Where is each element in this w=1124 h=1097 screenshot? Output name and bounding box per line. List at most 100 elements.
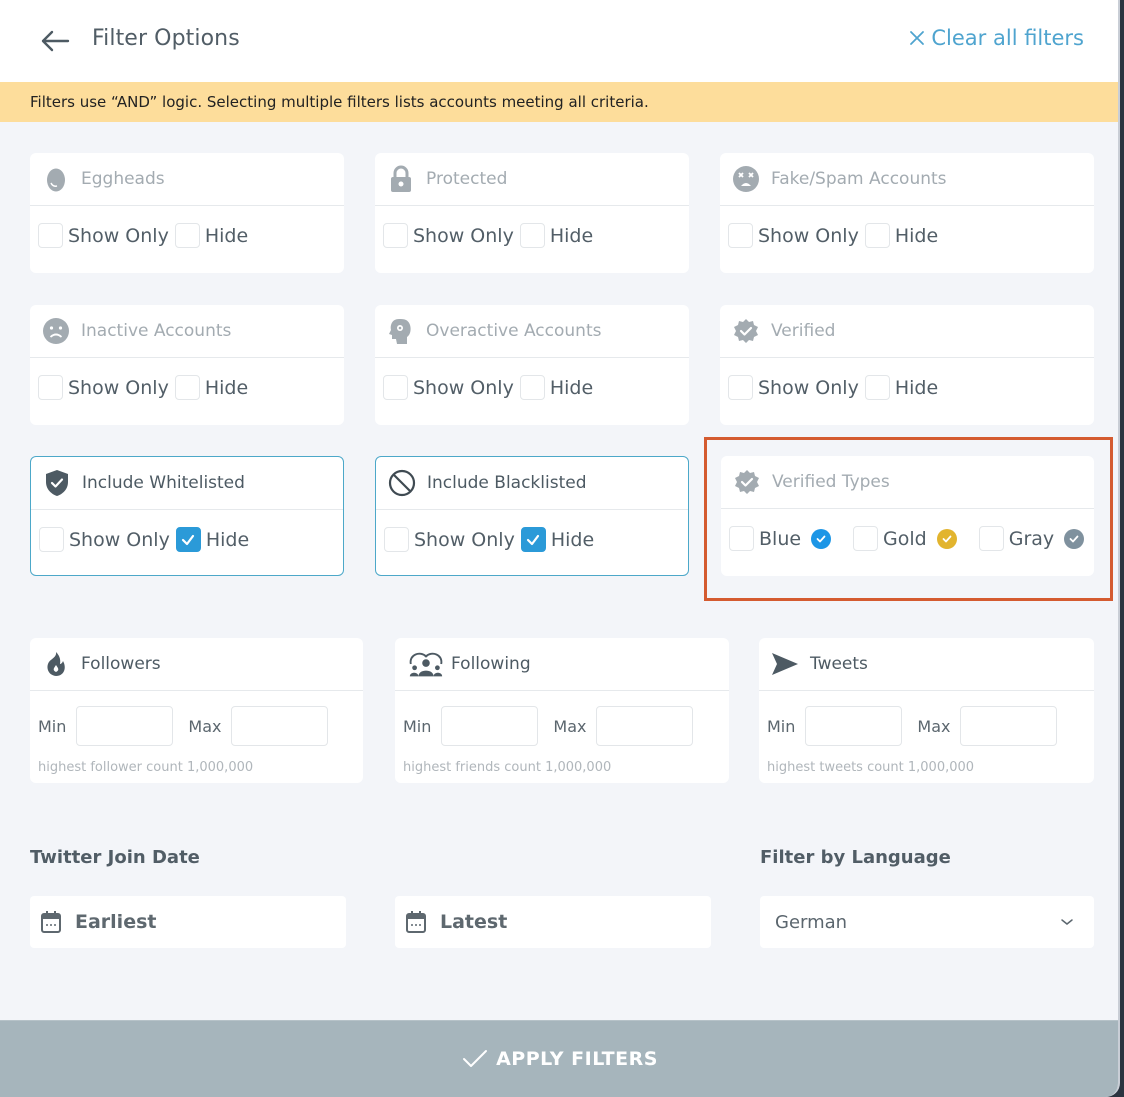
ban-icon bbox=[388, 469, 416, 497]
hide-label[interactable]: Hide bbox=[895, 377, 938, 399]
following-max-input[interactable] bbox=[596, 706, 694, 746]
followers-range-card: Followers Min Max highest follower count… bbox=[30, 638, 363, 783]
min-label: Min bbox=[38, 716, 67, 736]
apply-filters-button[interactable]: APPLY FILTERS bbox=[0, 1020, 1118, 1097]
clear-all-filters-button[interactable]: Clear all filters bbox=[909, 26, 1084, 50]
show-only-label[interactable]: Show Only bbox=[68, 225, 169, 247]
followers-max-input[interactable] bbox=[231, 706, 329, 746]
include-whitelisted-filter-card: Include Whitelisted Show Only Hide bbox=[30, 456, 344, 576]
max-label: Max bbox=[553, 716, 587, 736]
header: Filter Options Clear all filters bbox=[0, 0, 1118, 82]
apply-filters-label: APPLY FILTERS bbox=[496, 1048, 658, 1070]
filter-title: Eggheads bbox=[81, 169, 165, 189]
filter-title: Verified bbox=[771, 321, 836, 341]
max-label: Max bbox=[917, 716, 951, 736]
verified-badge-icon bbox=[732, 317, 760, 345]
show-only-checkbox[interactable] bbox=[383, 375, 408, 400]
show-only-checkbox[interactable] bbox=[38, 375, 63, 400]
show-only-label[interactable]: Show Only bbox=[413, 377, 514, 399]
hide-label[interactable]: Hide bbox=[895, 225, 938, 247]
hide-label[interactable]: Hide bbox=[551, 529, 594, 551]
and-logic-banner: Filters use “AND” logic. Selecting multi… bbox=[0, 82, 1118, 122]
inactive-accounts-filter-card: Inactive Accounts Show Only Hide bbox=[30, 305, 344, 425]
tweets-max-input[interactable] bbox=[960, 706, 1058, 746]
hide-checkbox[interactable] bbox=[864, 375, 890, 400]
highlight-box bbox=[704, 437, 1113, 601]
clear-all-filters-label: Clear all filters bbox=[931, 26, 1084, 50]
tweets-min-input[interactable] bbox=[805, 706, 903, 746]
dizzy-face-icon bbox=[732, 165, 760, 193]
max-label: Max bbox=[188, 716, 222, 736]
latest-label: Latest bbox=[440, 911, 508, 933]
following-range-card: Following Min Max highest friends count … bbox=[395, 638, 729, 783]
min-label: Min bbox=[767, 716, 796, 736]
show-only-label[interactable]: Show Only bbox=[413, 225, 514, 247]
show-only-label[interactable]: Show Only bbox=[68, 377, 169, 399]
range-title: Following bbox=[451, 654, 531, 674]
sad-face-icon bbox=[42, 317, 70, 345]
head-gear-icon bbox=[387, 317, 415, 345]
hide-label[interactable]: Hide bbox=[550, 225, 593, 247]
show-only-checkbox[interactable] bbox=[38, 223, 63, 248]
show-only-label[interactable]: Show Only bbox=[414, 529, 515, 551]
hide-label[interactable]: Hide bbox=[205, 377, 248, 399]
hide-checkbox[interactable] bbox=[174, 375, 200, 400]
hide-label[interactable]: Hide bbox=[206, 529, 249, 551]
show-only-checkbox[interactable] bbox=[383, 223, 408, 248]
tweets-range-card: Tweets Min Max highest tweets count 1,00… bbox=[759, 638, 1094, 783]
shield-check-icon bbox=[43, 469, 71, 497]
overactive-accounts-filter-card: Overactive Accounts Show Only Hide bbox=[375, 305, 689, 425]
followers-min-input[interactable] bbox=[76, 706, 174, 746]
group-icon bbox=[407, 650, 445, 678]
hide-checkbox[interactable] bbox=[519, 375, 545, 400]
protected-filter-card: Protected Show Only Hide bbox=[375, 153, 689, 273]
show-only-checkbox[interactable] bbox=[384, 527, 409, 552]
range-hint: highest follower count 1,000,000 bbox=[38, 760, 254, 775]
egg-icon bbox=[42, 165, 70, 193]
filter-title: Include Whitelisted bbox=[82, 473, 245, 493]
language-select[interactable]: German bbox=[760, 896, 1094, 948]
range-hint: highest friends count 1,000,000 bbox=[403, 760, 612, 775]
join-date-title: Twitter Join Date bbox=[30, 847, 200, 868]
filter-title: Protected bbox=[426, 169, 508, 189]
show-only-label[interactable]: Show Only bbox=[69, 529, 170, 551]
filter-title: Inactive Accounts bbox=[81, 321, 232, 341]
min-label: Min bbox=[403, 716, 432, 736]
hide-label[interactable]: Hide bbox=[205, 225, 248, 247]
earliest-label: Earliest bbox=[75, 911, 157, 933]
hide-checkbox[interactable] bbox=[520, 527, 546, 552]
fake-spam-accounts-filter-card: Fake/Spam Accounts Show Only Hide bbox=[720, 153, 1094, 273]
show-only-checkbox[interactable] bbox=[39, 527, 64, 552]
close-icon bbox=[910, 31, 925, 45]
hide-checkbox[interactable] bbox=[174, 223, 200, 248]
fire-icon bbox=[42, 650, 70, 678]
filter-title: Fake/Spam Accounts bbox=[771, 169, 947, 189]
latest-date-picker[interactable]: Latest bbox=[395, 896, 711, 948]
calendar-icon bbox=[406, 911, 426, 933]
language-selected-value: German bbox=[775, 911, 848, 933]
send-icon bbox=[771, 650, 799, 678]
show-only-checkbox[interactable] bbox=[728, 375, 753, 400]
show-only-label[interactable]: Show Only bbox=[758, 225, 859, 247]
page-title: Filter Options bbox=[92, 26, 240, 51]
hide-label[interactable]: Hide bbox=[550, 377, 593, 399]
earliest-date-picker[interactable]: Earliest bbox=[30, 896, 346, 948]
filter-title: Include Blacklisted bbox=[427, 473, 587, 493]
hide-checkbox[interactable] bbox=[864, 223, 890, 248]
filter-options-page: Filter Options Clear all filters Filters… bbox=[0, 0, 1120, 1097]
show-only-checkbox[interactable] bbox=[728, 223, 753, 248]
eggheads-filter-card: Eggheads Show Only Hide bbox=[30, 153, 344, 273]
show-only-label[interactable]: Show Only bbox=[758, 377, 859, 399]
lock-icon bbox=[387, 165, 415, 193]
language-title: Filter by Language bbox=[760, 847, 951, 868]
hide-checkbox[interactable] bbox=[519, 223, 545, 248]
back-button[interactable] bbox=[38, 26, 72, 56]
hide-checkbox[interactable] bbox=[175, 527, 201, 552]
verified-filter-card: Verified Show Only Hide bbox=[720, 305, 1094, 425]
chevron-down-icon bbox=[1061, 919, 1073, 925]
include-blacklisted-filter-card: Include Blacklisted Show Only Hide bbox=[375, 456, 689, 576]
check-icon bbox=[463, 1050, 488, 1067]
arrow-left-icon bbox=[41, 30, 70, 52]
filter-title: Overactive Accounts bbox=[426, 321, 602, 341]
following-min-input[interactable] bbox=[441, 706, 539, 746]
